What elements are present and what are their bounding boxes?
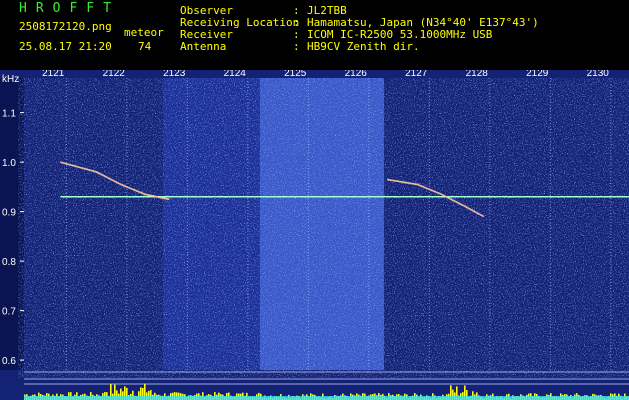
y-tick-label: 0.8 bbox=[2, 257, 16, 268]
x-tick-label: 2130 bbox=[587, 70, 610, 79]
x-tick-label: 2125 bbox=[284, 70, 307, 79]
meteor-count-value: 74 bbox=[138, 40, 152, 53]
spectrogram-plot: 2121 2122 2123 2124 2125 2126 2127 2128 2129 2130… bbox=[0, 70, 629, 400]
header-panel: HROFFT 2508172120.png 25.08.17 21:20 met… bbox=[0, 0, 629, 70]
x-tick-label: 2121 bbox=[42, 70, 65, 79]
y-tick-label: 1.0 bbox=[2, 158, 16, 169]
info-label-antenna: Antenna bbox=[180, 40, 227, 53]
activity-baseline bbox=[24, 396, 629, 400]
y-axis-unit-label: kHz bbox=[2, 74, 19, 85]
x-tick-label: 2128 bbox=[466, 70, 489, 79]
datetime-label: 25.08.17 21:20 bbox=[19, 40, 112, 53]
x-tick-label: 2123 bbox=[163, 70, 186, 79]
plot-noise-texture bbox=[18, 78, 629, 378]
x-tick-label: 2127 bbox=[405, 70, 428, 79]
y-tick-label: 0.9 bbox=[2, 208, 16, 219]
filename-label: 2508172120.png bbox=[19, 20, 112, 33]
y-tick-label: 0.7 bbox=[2, 307, 16, 318]
x-tick-label: 2124 bbox=[224, 70, 247, 79]
y-tick-label: 1.1 bbox=[2, 109, 16, 120]
info-sep-4: : bbox=[293, 40, 300, 53]
x-tick-label: 2126 bbox=[345, 70, 368, 79]
x-tick-label: 2129 bbox=[526, 70, 549, 79]
app-title: HROFFT bbox=[19, 1, 120, 16]
y-tick-label: 0.6 bbox=[2, 356, 16, 367]
info-value-antenna: HB9CV Zenith dir. bbox=[307, 40, 420, 53]
meteor-count-label: meteor bbox=[124, 26, 164, 39]
x-tick-label: 2122 bbox=[103, 70, 126, 79]
